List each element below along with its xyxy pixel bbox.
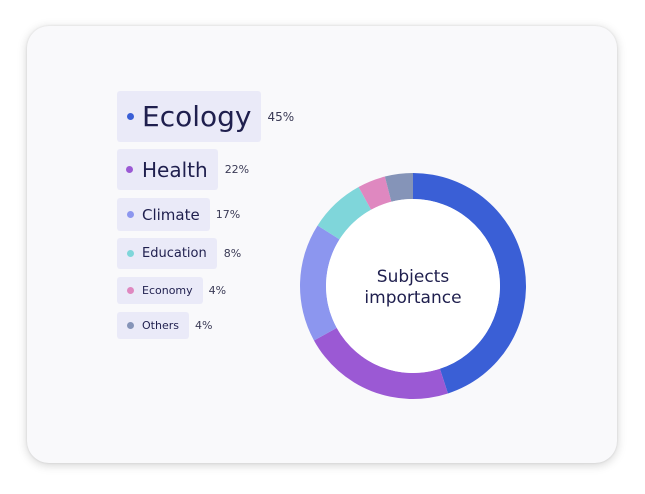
center-label-line1: Subjects [377,267,450,287]
donut-chart: Subjects importance [299,173,527,399]
center-label-line2: importance [364,288,461,308]
